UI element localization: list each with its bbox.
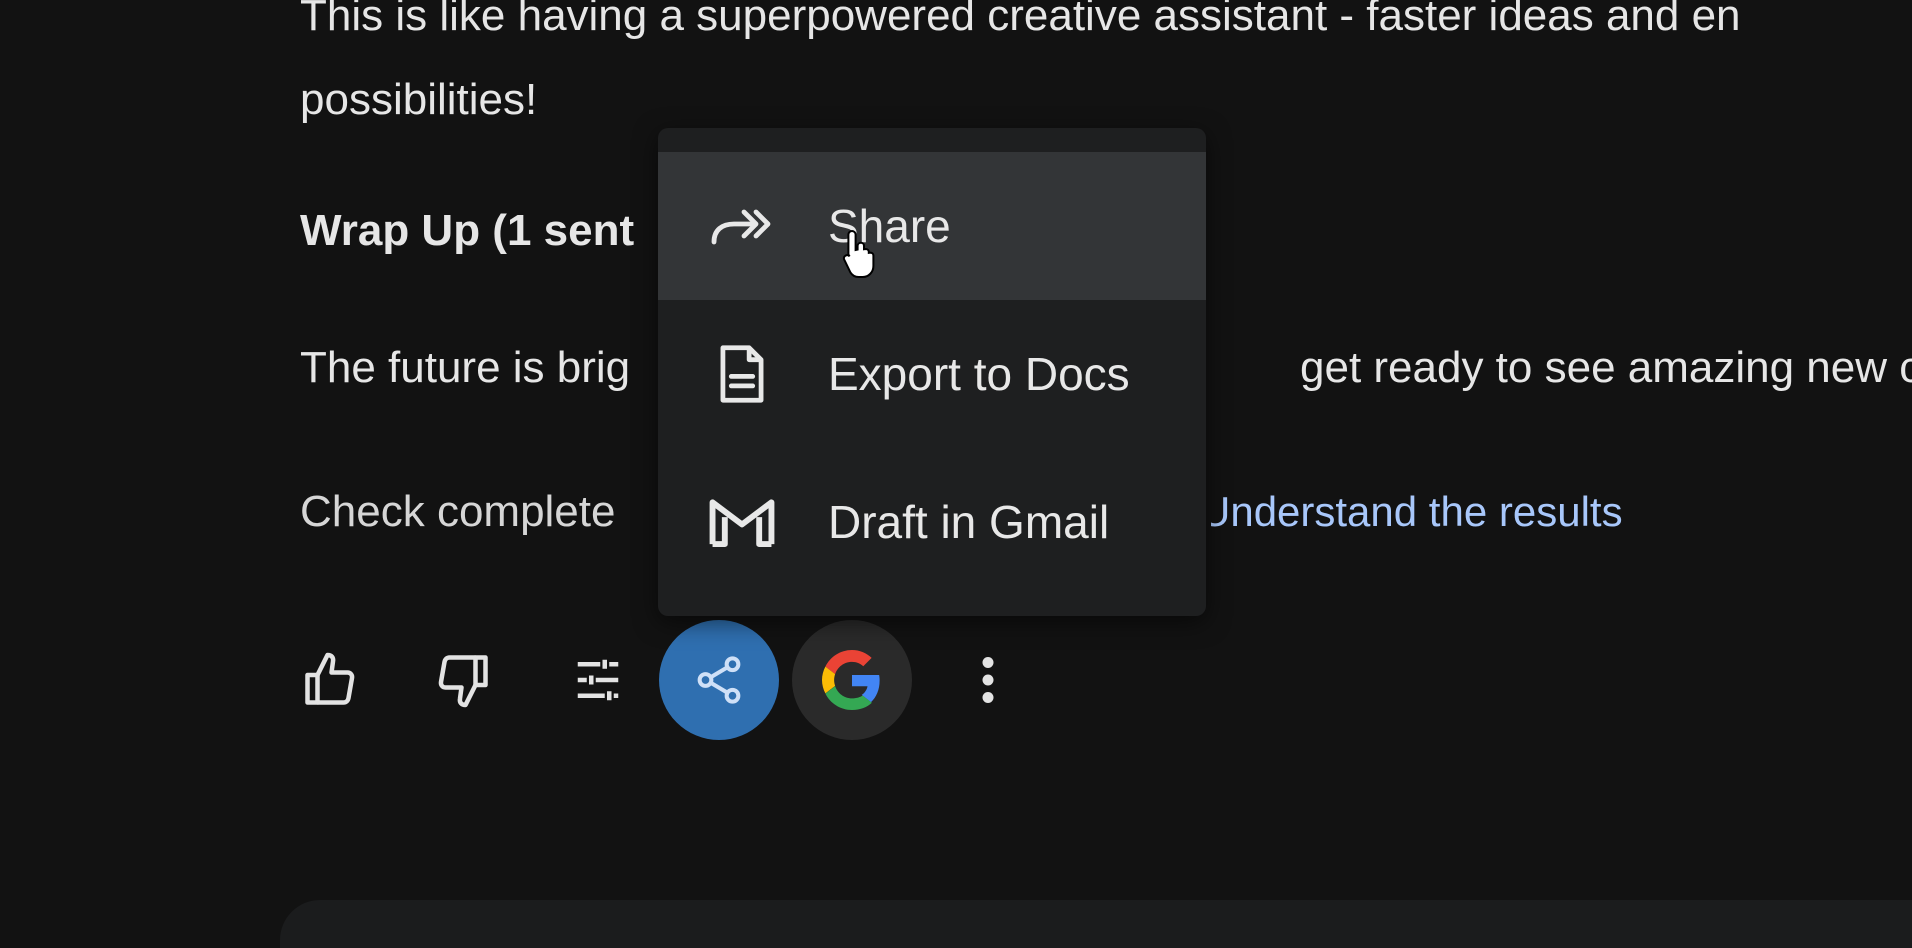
response-actions-bar	[300, 620, 1100, 740]
forward-arrow-icon	[706, 190, 778, 262]
response-paragraph-tail: get ready to see amazing new cr	[1300, 343, 1912, 392]
response-line-2: possibilities!	[300, 75, 538, 124]
menu-item-export-docs[interactable]: Export to Docs	[658, 300, 1206, 448]
share-icon	[692, 653, 746, 707]
menu-item-label: Draft in Gmail	[828, 496, 1110, 548]
menu-item-share[interactable]: Share	[658, 152, 1206, 300]
like-button[interactable]	[270, 620, 390, 740]
menu-item-draft-gmail[interactable]: Draft in Gmail	[658, 448, 1206, 596]
section-heading: Wrap Up (1 sent	[300, 206, 635, 255]
thumbs-up-icon	[300, 650, 360, 710]
menu-item-label: Export to Docs	[828, 348, 1130, 400]
input-area-edge	[280, 900, 1912, 948]
more-options-button[interactable]	[928, 620, 1048, 740]
docs-icon	[706, 338, 778, 410]
share-menu: Share Export to Docs Draft in Gmail	[658, 128, 1206, 616]
understand-results-link[interactable]: Understand the results	[1200, 484, 1623, 540]
gmail-icon	[706, 486, 778, 558]
hand-cursor-icon	[840, 228, 880, 283]
tune-icon	[571, 653, 625, 707]
modify-response-button[interactable]	[538, 620, 658, 740]
check-text: Check complete	[300, 487, 616, 536]
thumbs-down-icon	[433, 650, 493, 710]
dislike-button[interactable]	[403, 620, 523, 740]
share-button[interactable]	[659, 620, 779, 740]
response-paragraph: The future is brig	[300, 343, 631, 392]
more-vert-icon	[968, 650, 1008, 710]
double-check-button[interactable]	[792, 620, 912, 740]
response-line-1: This is like having a superpowered creat…	[300, 0, 1741, 40]
google-g-icon	[822, 650, 882, 710]
